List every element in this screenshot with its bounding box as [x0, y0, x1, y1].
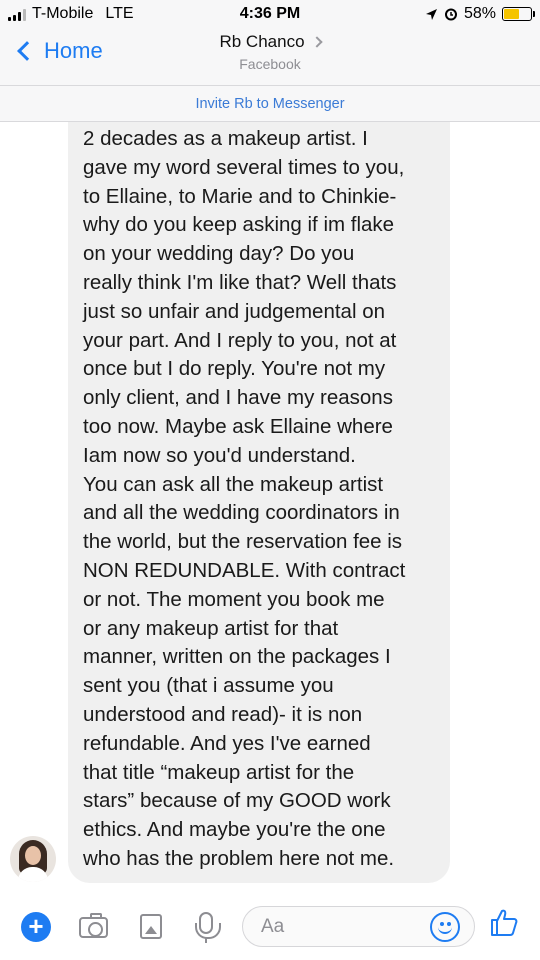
battery-fill [504, 9, 520, 19]
contact-name: Rb Chanco [219, 32, 305, 51]
alarm-icon [444, 8, 457, 21]
avatar-face [25, 846, 41, 865]
chevron-right-icon [310, 36, 323, 48]
battery-percent: 58% [463, 5, 496, 22]
composer-bar: + [0, 893, 540, 960]
invite-button[interactable]: Invite Rb to Messenger [0, 85, 540, 122]
thumbs-up-icon[interactable] [489, 907, 519, 937]
emoji-smile [438, 925, 452, 934]
status-bar: T-Mobile LTE 4:36 PM 58% [0, 0, 540, 30]
contact-title[interactable]: Rb Chanco Facebook [0, 32, 540, 72]
location-arrow-icon [425, 8, 437, 20]
message-bubble[interactable]: 2 decades as a makeup artist. I gave my … [68, 105, 450, 883]
microphone-icon[interactable] [195, 912, 221, 939]
emoji-icon[interactable] [430, 912, 460, 942]
contact-source: Facebook [239, 56, 301, 72]
message-text: 2 decades as a makeup artist. I gave my … [83, 127, 406, 870]
battery-icon [502, 7, 535, 21]
plus-icon[interactable]: + [21, 912, 51, 942]
contact-name-row[interactable]: Rb Chanco [219, 32, 323, 52]
status-right: 58% [425, 5, 535, 23]
gallery-mountain [145, 926, 157, 934]
avatar[interactable] [10, 836, 56, 882]
gallery-icon[interactable] [140, 914, 162, 939]
message-input[interactable] [261, 915, 421, 939]
microphone-stem [205, 937, 207, 943]
conversation-header: Home Rb Chanco Facebook [0, 30, 540, 85]
camera-icon[interactable] [79, 913, 108, 938]
